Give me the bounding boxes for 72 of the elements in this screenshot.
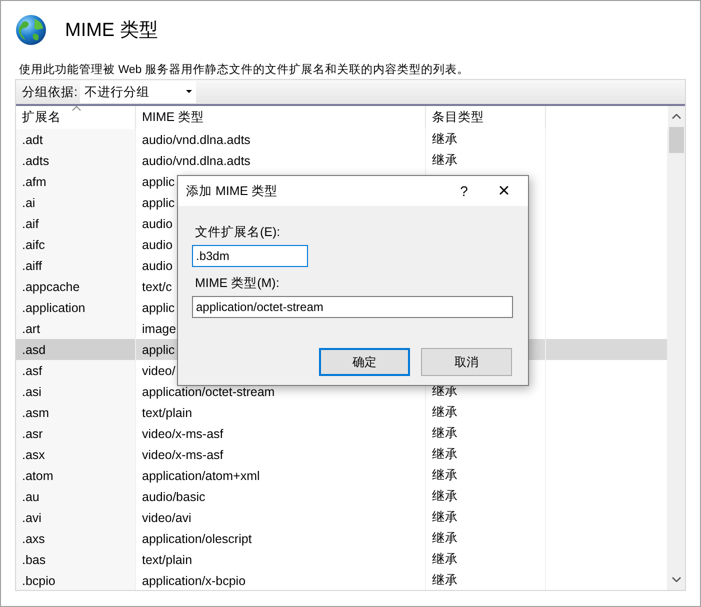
table-cell: 继承 <box>426 528 546 549</box>
table-cell: .au <box>16 486 136 507</box>
table-cell: .afm <box>16 171 136 192</box>
table-cell: 继承 <box>426 423 546 444</box>
table-cell: audio/vnd.dlna.adts <box>136 129 426 150</box>
table-cell: 继承 <box>426 465 546 486</box>
table-cell: .aif <box>16 213 136 234</box>
page-title: MIME 类型 <box>65 19 158 43</box>
table-cell: application/x-bcpio <box>136 570 426 590</box>
table-cell: 继承 <box>426 402 546 423</box>
table-cell: .adt <box>16 129 136 150</box>
table-cell: video/x-ms-asf <box>136 444 426 465</box>
table-cell: .asx <box>16 444 136 465</box>
table-cell: application/atom+xml <box>136 465 426 486</box>
input-field[interactable]: .b3dm <box>192 245 308 267</box>
table-row[interactable]: .atom application/atom+xml 继承 <box>16 465 668 486</box>
table-cell: .adts <box>16 150 136 171</box>
table-cell: audio/basic <box>136 486 426 507</box>
input-field[interactable]: application/octet-stream <box>192 296 513 318</box>
scrollbar[interactable] <box>668 106 685 590</box>
scroll-up-icon[interactable] <box>672 114 681 119</box>
table-cell: 继承 <box>426 150 546 171</box>
table-cell: .aifc <box>16 234 136 255</box>
table-cell: audio/vnd.dlna.adts <box>136 150 426 171</box>
column-header[interactable]: 条目类型 <box>426 106 546 129</box>
table-cell: 继承 <box>426 507 546 528</box>
table-row[interactable]: .adts audio/vnd.dlna.adts 继承 <box>16 150 668 171</box>
table-cell: .ai <box>16 192 136 213</box>
table-cell: text/plain <box>136 549 426 570</box>
table-cell: .axs <box>16 528 136 549</box>
table-row[interactable]: .au audio/basic 继承 <box>16 486 668 507</box>
ok-button[interactable]: 确定 <box>319 348 410 376</box>
group-by-label: 分组依据: <box>21 84 78 100</box>
table-cell: .asf <box>16 360 136 381</box>
table-cell: .application <box>16 297 136 318</box>
field-label: MIME 类型(M): <box>194 275 280 292</box>
table-row[interactable]: .bcpio application/x-bcpio 继承 <box>16 570 668 590</box>
table-row[interactable]: .avi video/avi 继承 <box>16 507 668 528</box>
scroll-down-icon[interactable] <box>672 577 681 582</box>
table-cell: 继承 <box>426 486 546 507</box>
globe-icon <box>15 14 47 46</box>
table-cell: .atom <box>16 465 136 486</box>
table-cell: video/avi <box>136 507 426 528</box>
scrollbar-thumb[interactable] <box>669 127 684 153</box>
table-row[interactable]: .axs application/olescript 继承 <box>16 528 668 549</box>
table-row[interactable]: .bas text/plain 继承 <box>16 549 668 570</box>
table-cell: .art <box>16 318 136 339</box>
table-cell: 继承 <box>426 129 546 150</box>
table-cell: application/olescript <box>136 528 426 549</box>
table-row[interactable]: .asm text/plain 继承 <box>16 402 668 423</box>
description-text: 使用此功能管理被 Web 服务器用作静态文件的文件扩展名和关联的内容类型的列表。 <box>18 62 470 78</box>
caret-icon <box>186 90 192 94</box>
table-cell: 继承 <box>426 549 546 570</box>
table-cell: text/plain <box>136 402 426 423</box>
table-cell: .bas <box>16 549 136 570</box>
table-cell: .asd <box>16 339 136 360</box>
table-row[interactable]: .adt audio/vnd.dlna.adts 继承 <box>16 129 668 150</box>
column-header[interactable]: MIME 类型 <box>136 106 426 129</box>
table-cell: .asr <box>16 423 136 444</box>
cancel-button[interactable]: 取消 <box>421 348 512 376</box>
table-row[interactable]: .asr video/x-ms-asf 继承 <box>16 423 668 444</box>
table-cell: .bcpio <box>16 570 136 590</box>
table-cell: video/x-ms-asf <box>136 423 426 444</box>
table-row[interactable]: .asx video/x-ms-asf 继承 <box>16 444 668 465</box>
table-cell: 继承 <box>426 570 546 590</box>
table-cell: .asi <box>16 381 136 402</box>
table-cell: .aiff <box>16 255 136 276</box>
group-by-dropdown[interactable]: 不进行分组 <box>80 81 196 103</box>
table-cell: .asm <box>16 402 136 423</box>
table-cell: 继承 <box>426 444 546 465</box>
table-cell: .avi <box>16 507 136 528</box>
table-cell: .appcache <box>16 276 136 297</box>
